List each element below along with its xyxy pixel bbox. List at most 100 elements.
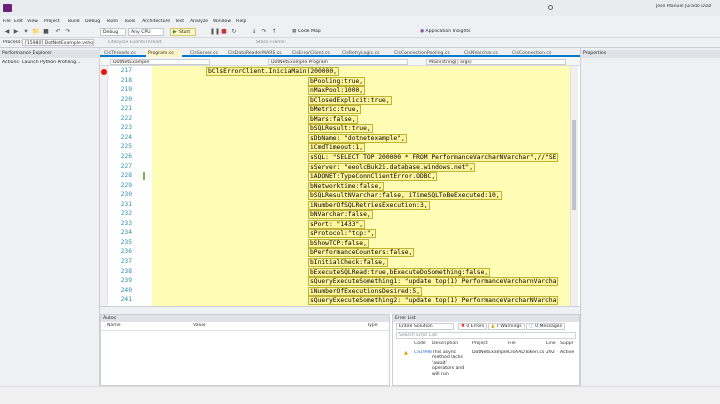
open-icon[interactable]: 📁	[32, 28, 40, 36]
pause-icon[interactable]: ❚❚	[210, 28, 220, 36]
errors-filter-button[interactable]: ✖ 0 Errors	[458, 323, 488, 330]
code-line[interactable]: sSQL: "SELECT TOP 200000 * FROM Performa…	[308, 152, 559, 162]
code-line[interactable]: bInitialCheck:false,	[308, 258, 388, 267]
step-into-icon[interactable]: ↓	[250, 28, 258, 36]
project-dropdown[interactable]: DotNetExample	[110, 59, 210, 65]
platform-select[interactable]: Any CPU	[128, 28, 164, 36]
line-number: 217	[120, 67, 132, 74]
autos-column-value[interactable]: Value	[193, 323, 206, 329]
thread-label: Thread:	[145, 40, 163, 45]
back-icon[interactable]: ◀	[3, 28, 11, 36]
code-line[interactable]: bShowTCP:false,	[308, 238, 369, 248]
autos-column-type[interactable]: Type	[367, 323, 378, 329]
errors-column-description[interactable]: Description	[432, 341, 458, 347]
code-map-button[interactable]: ▦ Code Map	[292, 29, 321, 34]
tab-clsthreads[interactable]: ClsThreads.cs	[102, 50, 142, 57]
restart-icon[interactable]: ↻	[230, 28, 238, 36]
configuration-select[interactable]: Debug	[100, 28, 126, 36]
line-number: 223	[120, 124, 132, 132]
code-line[interactable]: sProtocol:"tcp:",	[308, 229, 377, 239]
tab-clsnvarchar[interactable]: ClsNVarchar.cs	[462, 50, 502, 57]
line-number: 239	[120, 277, 132, 285]
start-button[interactable]: ▶ Start	[170, 28, 196, 36]
errors-column-file[interactable]: File	[508, 341, 516, 347]
user-name[interactable]: Jose Manuel Jurado Diaz	[656, 4, 720, 9]
stop-icon[interactable]: ■	[220, 28, 228, 36]
code-line[interactable]: bSQLResultNVarchar:false, iTimeSQLToBeEx…	[308, 191, 502, 201]
error-list-title: Error List	[393, 315, 579, 322]
line-numbers: 217 218 219 220 221 222 223 224 225 226 227 228 229 2…	[108, 66, 142, 306]
tab-clsconnection[interactable]: ClsConnection.cs	[510, 50, 556, 57]
tab-clserrorclient[interactable]: ClsErrorClient.cs	[290, 50, 336, 57]
code-line[interactable]: bSQLResult:true,	[308, 124, 373, 134]
tab-clsserver[interactable]: ClsServer.cs	[188, 50, 222, 57]
menu-bar: File Edit View Project Build Debug Team …	[0, 16, 720, 24]
code-line[interactable]: bMetric:true,	[308, 105, 362, 115]
actions-menu[interactable]: Actions	[2, 60, 19, 65]
error-line: 292	[546, 350, 555, 355]
status-bar	[0, 386, 720, 404]
forward-icon[interactable]: ▶	[12, 28, 20, 36]
warnings-filter-button[interactable]: ▲ 7 Warnings	[488, 323, 525, 330]
code-map-label: Code Map	[297, 29, 321, 34]
editor-bottom-bar	[100, 306, 580, 314]
code-line[interactable]: sQueryExecuteSomething1: "update top(1) …	[308, 277, 559, 287]
tab-program[interactable]: Program.cs	[146, 50, 182, 57]
code-line[interactable]: bExecuteSQLRead:true,bExecuteDoSomething…	[308, 267, 491, 277]
line-number: 226	[120, 152, 132, 160]
errors-column-suppression[interactable]: Suppr	[560, 341, 578, 347]
code-line[interactable]: nMaxPool:1000,	[308, 86, 366, 96]
code-line[interactable]: sServer: "eeolcBuk2i.database.windows.ne…	[308, 162, 476, 172]
code-line[interactable]: iADONET:TypeConnClientError.ODBC,	[308, 172, 438, 182]
messages-filter-button[interactable]: ⓘ 0 Messages	[526, 323, 565, 330]
class-dropdown[interactable]: DotNetExample.Program	[268, 59, 408, 65]
change-marker	[143, 172, 145, 180]
autos-panel	[100, 314, 390, 386]
code-line[interactable]: sDbName: "dotnetexample",	[308, 133, 407, 143]
code-line[interactable]: iCmdTimeout:1,	[308, 143, 366, 153]
redo-icon[interactable]: ↷	[64, 28, 72, 36]
code-line[interactable]: bClsErrorClient.IniciaMain(200000,	[206, 67, 339, 76]
tab-clsdatareadermars[interactable]: ClsDataReaderMARS.cs	[226, 50, 284, 57]
undo-icon[interactable]: ↶	[54, 28, 62, 36]
step-over-icon[interactable]: ↷	[260, 28, 268, 36]
member-dropdown[interactable]: Main(string[] args)	[426, 59, 566, 65]
code-line[interactable]: iNumberOfExecutionsDesired:5,	[308, 286, 422, 296]
code-line[interactable]: bNVarchar:false,	[308, 210, 373, 220]
code-line[interactable]: bNetworktime:false,	[308, 181, 385, 191]
lifecycle-events-button[interactable]: Lifecycle Events	[108, 40, 145, 45]
code-line[interactable]: sPort: "1433",	[308, 219, 366, 229]
errors-column-line[interactable]: Line	[546, 341, 556, 347]
save-icon[interactable]: ■	[42, 28, 50, 36]
breakpoint-icon[interactable]	[101, 69, 107, 75]
autos-column-name[interactable]: Name	[107, 323, 121, 329]
code-line[interactable]: sQueryExecuteSomething2: "update top(1) …	[308, 296, 559, 306]
errors-column-code[interactable]: Code	[414, 341, 426, 347]
error-scope-select[interactable]: Entire Solution	[396, 323, 454, 330]
tab-clsconnectionpooling[interactable]: ClsConnectionPooling.cs	[392, 50, 454, 57]
application-insights-button[interactable]: ● Application Insights	[420, 29, 471, 34]
errors-column-project[interactable]: Project	[472, 341, 488, 347]
code-line[interactable]: bPerformanceCounters:false,	[308, 248, 415, 258]
line-number: 219	[120, 86, 132, 94]
line-number: 238	[120, 267, 132, 275]
error-code-link[interactable]: CS1998	[414, 350, 432, 355]
line-number: 231	[120, 200, 132, 208]
editor-scroll-thumb[interactable]	[572, 120, 576, 210]
code-line[interactable]: bMars:false,	[308, 114, 358, 124]
error-list-search-input[interactable]: Search Error List	[396, 332, 576, 339]
table-row[interactable]: ▲ CS1998 This async method lacks 'await'…	[396, 349, 576, 379]
tab-clsretrylogic[interactable]: ClsRetryLogic.cs	[340, 50, 386, 57]
warning-icon: ▲	[404, 350, 408, 356]
new-project-icon[interactable]: ✦	[22, 28, 30, 36]
code-line[interactable]: bClosedExplicit:true,	[308, 95, 392, 105]
code-line[interactable]: iNumberOfSQLRetriesExecution:3,	[308, 200, 430, 210]
play-icon: ▶	[173, 29, 177, 35]
process-select[interactable]: [15980] DotNetExample.vshost.exe	[22, 39, 94, 46]
launch-python-profiling-button[interactable]: Launch Python Profiling...	[22, 60, 80, 65]
step-out-icon[interactable]: ↑	[270, 28, 278, 36]
code-line[interactable]: bPooling:true,	[308, 76, 366, 86]
line-number: 241	[120, 296, 132, 304]
search-icon[interactable]	[548, 5, 553, 10]
breakpoint-gutter[interactable]	[100, 66, 108, 306]
